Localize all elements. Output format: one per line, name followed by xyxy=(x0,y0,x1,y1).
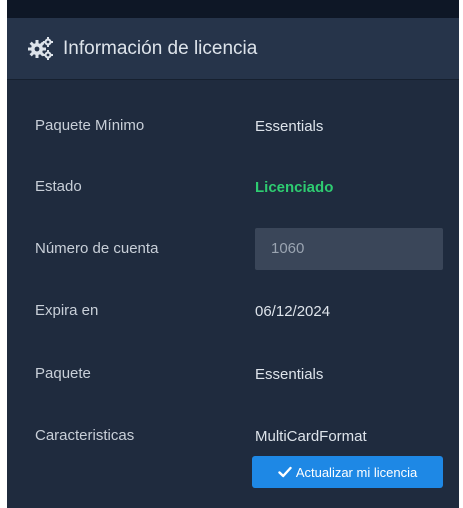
features-value: MultiCardFormat xyxy=(255,428,367,445)
status-label: Estado xyxy=(35,178,82,195)
account-number-label: Número de cuenta xyxy=(35,240,159,257)
license-info-panel: Información de licencia Paquete Mínimo E… xyxy=(7,18,459,508)
package-value: Essentials xyxy=(255,366,324,383)
check-icon xyxy=(278,466,292,478)
features-label: Caracteristicas xyxy=(35,427,135,444)
account-number-field[interactable]: 1060 xyxy=(255,228,443,270)
minimum-package-value: Essentials xyxy=(255,118,324,135)
panel-header: Información de licencia xyxy=(7,18,459,80)
status-value: Licenciado xyxy=(255,179,334,196)
panel-title: Información de licencia xyxy=(63,38,258,59)
expires-label: Expira en xyxy=(35,302,99,319)
license-page: Información de licencia Paquete Mínimo E… xyxy=(0,0,463,508)
package-label: Paquete xyxy=(35,365,91,382)
minimum-package-label: Paquete Mínimo xyxy=(35,117,145,134)
top-bar xyxy=(7,0,459,18)
update-license-button[interactable]: Actualizar mi licencia xyxy=(252,456,443,488)
gears-icon xyxy=(28,37,53,60)
expires-value: 06/12/2024 xyxy=(255,303,331,320)
update-license-label: Actualizar mi licencia xyxy=(295,464,418,480)
